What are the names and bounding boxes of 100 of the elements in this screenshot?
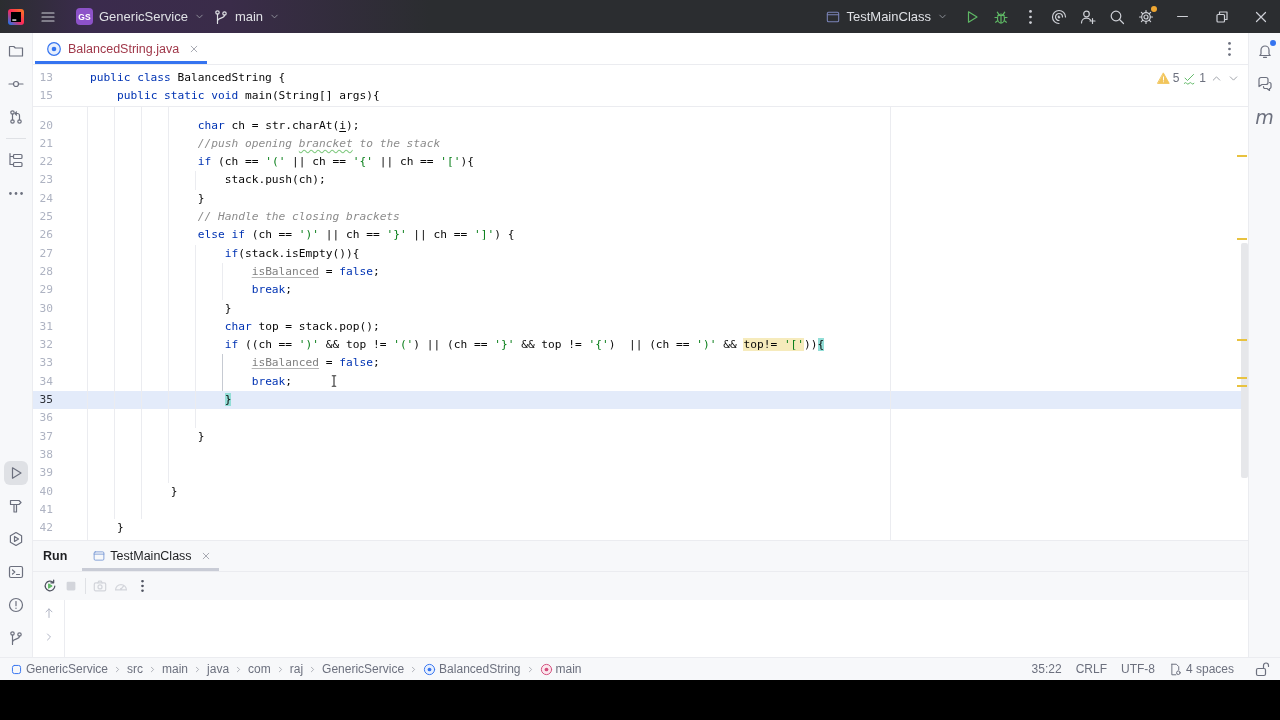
breadcrumb[interactable]: java — [207, 662, 230, 676]
warning-marker-icon[interactable] — [1237, 154, 1247, 157]
line-number: 20 — [39, 118, 53, 132]
run-tab[interactable]: TestMainClass — [82, 541, 219, 571]
code-line: isBalanced = false; — [251, 356, 380, 370]
folder-icon — [8, 43, 24, 59]
check-icon — [1183, 71, 1197, 85]
breadcrumb[interactable]: GenericService — [322, 662, 405, 676]
code-line: if(stack.isEmpty()){ — [224, 246, 360, 260]
run-configuration-selector[interactable]: TestMainClass — [822, 3, 952, 30]
hammer-icon — [8, 498, 24, 514]
circle-dot-icon — [423, 662, 437, 676]
code-line: } — [197, 429, 205, 443]
line-number: 33 — [39, 356, 53, 370]
code-line: //push opening brancket to the stack — [197, 136, 441, 150]
code-line: if ((ch == ')' && top != '(') || (ch == '}' && top != '{') || (ch == ')' && top!= '[')){ — [224, 338, 825, 352]
code-line: } — [197, 191, 205, 205]
code-line: if (ch == '(' || ch == '{' || ch == '['){ — [197, 155, 474, 169]
scrollbar-thumb[interactable] — [1241, 242, 1248, 478]
warning-marker-icon[interactable] — [1237, 237, 1247, 240]
run-tool-button[interactable] — [4, 461, 28, 485]
line-number: 30 — [39, 301, 53, 315]
line-separator[interactable]: CRLF — [1075, 662, 1107, 676]
code-line: // Handle the closing brackets — [197, 210, 400, 224]
read-only-toggle[interactable] — [1254, 661, 1270, 677]
more-icon — [1227, 41, 1231, 56]
line-number: 41 — [39, 502, 53, 516]
line-number: 22 — [39, 155, 53, 169]
breadcrumb[interactable]: main — [162, 662, 189, 676]
line-number: 40 — [39, 484, 53, 498]
breadcrumb[interactable]: BalancedString — [423, 662, 521, 676]
document-icon — [1168, 662, 1182, 676]
breadcrumb[interactable]: raj — [289, 662, 304, 676]
code-line: public class BalancedString { — [90, 71, 286, 84]
add-user-icon — [1080, 8, 1096, 25]
rerun-icon — [43, 579, 57, 593]
line-number: 25 — [39, 210, 53, 224]
caret-position[interactable]: 35:22 — [1031, 662, 1062, 676]
warning-icon — [1156, 71, 1170, 85]
project-selector[interactable]: GS GenericService — [72, 3, 209, 30]
code-line: break; — [251, 374, 293, 388]
editor-tab[interactable]: BalancedString.java — [35, 33, 208, 64]
warning-marker-icon[interactable] — [1237, 338, 1247, 341]
warning-marker-icon[interactable] — [1237, 384, 1247, 387]
close-icon[interactable] — [200, 551, 211, 561]
typos-indicator[interactable]: 1 — [1183, 69, 1206, 87]
file-encoding[interactable]: UTF-8 — [1120, 662, 1155, 676]
open-lock-icon — [1254, 661, 1270, 677]
panel-title: Run — [43, 549, 68, 563]
terminal-icon — [8, 564, 24, 580]
breadcrumb[interactable]: com — [248, 662, 271, 676]
line-number: 27 — [39, 246, 53, 260]
warning-marker-icon[interactable] — [1237, 376, 1247, 379]
rounded-square-icon — [10, 662, 23, 676]
code-line: public static void main(String[] args){ — [116, 89, 380, 103]
code-line: char ch = str.charAt(i); — [197, 118, 360, 132]
line-number: 21 — [39, 136, 53, 150]
branch-selector[interactable]: main — [208, 3, 285, 30]
stop-icon — [64, 579, 78, 593]
line-number: 32 — [39, 338, 53, 352]
hexagon-play-icon — [8, 531, 24, 547]
more-icon — [140, 580, 144, 592]
settings-icon — [1138, 8, 1154, 25]
line-number: 23 — [39, 173, 53, 187]
minimize-icon — [1177, 15, 1188, 18]
circle-dot-icon — [46, 40, 62, 57]
breadcrumb[interactable]: GenericService — [10, 662, 109, 676]
code-line: } — [224, 301, 232, 315]
app-logo-icon — [8, 8, 24, 25]
line-number: 24 — [39, 191, 53, 205]
line-number: 38 — [39, 447, 53, 461]
breadcrumb[interactable]: src — [127, 662, 144, 676]
warnings-indicator[interactable]: 5 — [1156, 69, 1180, 87]
line-number: 37 — [39, 429, 53, 443]
line-number: 26 — [39, 228, 53, 242]
camera-icon — [93, 579, 107, 593]
chat-bubbles-icon — [1256, 76, 1273, 92]
exclamation-circle-icon — [8, 597, 24, 613]
more-icon — [9, 191, 23, 195]
line-number: 29 — [39, 283, 53, 297]
close-icon[interactable] — [189, 43, 200, 54]
code-line: isBalanced = false; — [251, 264, 380, 278]
line-number: 35 — [39, 393, 53, 407]
spiral-icon — [1051, 8, 1067, 25]
more-icon — [1028, 9, 1032, 24]
circle-dot-icon — [539, 662, 553, 676]
restore-icon — [1213, 8, 1230, 25]
indentation-setting[interactable]: 4 spaces — [1168, 662, 1234, 676]
git-branch-icon — [8, 630, 24, 646]
code-line: stack.push(ch); — [224, 173, 326, 187]
code-line: else if (ch == ')' || ch == '}' || ch == ']') { — [197, 228, 515, 242]
line-number: 42 — [39, 521, 53, 535]
line-number: 28 — [39, 264, 53, 278]
line-number: 39 — [39, 466, 53, 480]
breadcrumb[interactable]: main — [539, 662, 582, 676]
tool-window-button[interactable]: m — [1252, 105, 1277, 129]
code-line: } — [170, 484, 178, 498]
window-icon — [826, 9, 841, 24]
line-number: 13 — [39, 71, 53, 84]
code-line: char top = stack.pop(); — [224, 319, 380, 333]
